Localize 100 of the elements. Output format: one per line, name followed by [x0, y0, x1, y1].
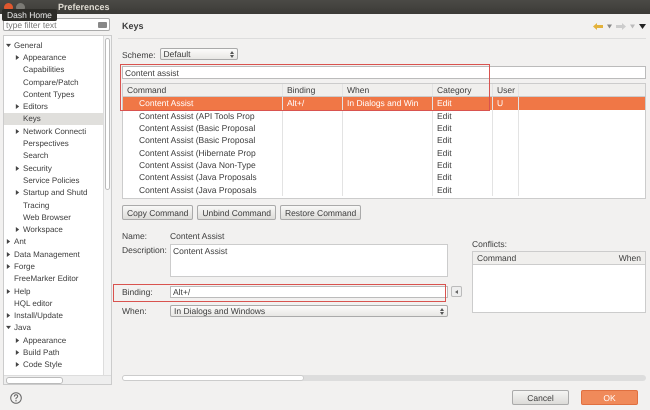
filter-field[interactable]: Content assist	[122, 66, 646, 79]
tree-item[interactable]: Search	[4, 150, 103, 162]
tree-item[interactable]: Tracing	[4, 198, 103, 212]
tree-item[interactable]: Appearance	[4, 334, 103, 346]
table-cell: Content Assist (Basic Proposal	[139, 123, 256, 134]
tree-item[interactable]: Editors	[4, 100, 103, 113]
horizontal-scrollbar[interactable]	[4, 375, 111, 384]
left-arrow-icon	[455, 290, 458, 294]
table-cell: Content Assist (Java Non-Type	[139, 160, 256, 170]
table-cell: Content Assist (API Tools Prop	[139, 110, 255, 121]
collapsed-arrow-icon[interactable]	[15, 227, 20, 232]
table-row[interactable]: Content Assist (Java Proposals Edit	[123, 171, 645, 184]
when-dropdown[interactable]: In Dialogs and Windows	[170, 305, 448, 317]
table-row[interactable]: Content Assist (Basic Proposal Edit	[123, 122, 645, 134]
table-row[interactable]: Content Assist (API Tools Prop Edit	[123, 110, 645, 122]
tree-item[interactable]: Help	[4, 284, 103, 298]
tree-item[interactable]: FreeMarker Editor	[4, 272, 103, 285]
column-header[interactable]: Category	[433, 84, 493, 96]
collapsed-arrow-icon[interactable]	[6, 288, 11, 294]
vertical-scrollbar[interactable]	[103, 36, 111, 375]
spinner-icon	[230, 50, 234, 58]
binding-field[interactable]: Alt+/	[170, 286, 448, 298]
tree-item[interactable]: General	[4, 39, 103, 52]
tree-item[interactable]: Web Browser	[4, 211, 103, 224]
tree-item[interactable]: Appearance	[4, 51, 103, 64]
collapsed-arrow-icon[interactable]	[6, 252, 11, 257]
tree-item[interactable]: Perspectives	[4, 137, 103, 150]
table-cell: Content Assist (Hibernate Prop	[139, 148, 256, 158]
tree-item[interactable]: Keys	[4, 112, 103, 126]
collapsed-arrow-icon[interactable]	[6, 264, 11, 269]
tree-item[interactable]: Install/Update	[4, 310, 103, 322]
collapsed-arrow-icon[interactable]	[15, 54, 20, 60]
collapsed-arrow-icon[interactable]	[15, 166, 20, 171]
page-title: Keys	[122, 21, 144, 31]
horizontal-scrollbar[interactable]	[122, 375, 646, 381]
column-header[interactable]: Command	[123, 84, 283, 96]
table-row[interactable]: Content Assist (Java Proposals Edit	[123, 183, 645, 196]
tree-item[interactable]: Code Style	[4, 358, 103, 372]
column-header[interactable]: When	[618, 253, 641, 264]
column-header[interactable]: When	[343, 84, 433, 96]
column-header[interactable]: User	[493, 84, 519, 96]
tree-item[interactable]: Build Path	[4, 346, 103, 359]
help-icon[interactable]	[10, 392, 22, 404]
menu-icon[interactable]	[639, 22, 646, 30]
spinner-icon	[440, 308, 444, 314]
description-label: Description:	[122, 244, 168, 255]
collapsed-arrow-icon[interactable]	[15, 350, 20, 356]
tree-item[interactable]: Service Policies	[4, 174, 103, 187]
table-cell: Edit	[437, 123, 452, 134]
tree-item[interactable]: HQL editor	[4, 297, 103, 310]
collapsed-arrow-icon[interactable]	[15, 362, 20, 368]
tooltip: Dash Home	[2, 9, 57, 21]
when-label: When:	[122, 305, 148, 316]
name-label: Name:	[122, 230, 148, 241]
tree-item[interactable]: Security	[4, 162, 103, 174]
cancel-button[interactable]: Cancel	[512, 390, 569, 405]
tree-item[interactable]: Network Connecti	[4, 125, 103, 138]
expanded-arrow-icon[interactable]	[6, 42, 11, 48]
table-row[interactable]: Content Assist (Java Non-Type Edit	[123, 158, 645, 172]
table-cell: Content Assist (Basic Proposal	[139, 135, 256, 146]
table-cell: Edit	[437, 160, 452, 170]
table-cell: U	[497, 98, 504, 108]
collapsed-arrow-icon[interactable]	[15, 190, 20, 196]
table-cell: Alt+/	[287, 98, 304, 108]
tree-item[interactable]: Capabilities	[4, 64, 103, 76]
description-field[interactable]: Content Assist	[170, 244, 448, 277]
tree-item[interactable]: Compare/Patch	[4, 76, 103, 88]
window-title: Preferences	[58, 2, 110, 12]
table-cell: Edit	[437, 148, 452, 158]
tree-item[interactable]: Startup and Shutd	[4, 186, 103, 199]
table-cell: Content Assist (Java Proposals	[139, 184, 257, 195]
scheme-dropdown[interactable]: Default	[160, 48, 238, 60]
collapsed-arrow-icon[interactable]	[6, 239, 11, 244]
tree-item[interactable]: Data Management	[4, 248, 103, 260]
table-row[interactable]: Content Assist (Basic Proposal Edit	[123, 134, 645, 146]
command-button[interactable]: Copy Command	[122, 205, 194, 220]
collapsed-arrow-icon[interactable]	[6, 313, 11, 318]
tree-item[interactable]: Ant	[4, 236, 103, 248]
table-row[interactable]: Content Assist (Hibernate Prop Edit	[123, 146, 645, 159]
collapsed-arrow-icon[interactable]	[15, 104, 20, 110]
dropdown-icon[interactable]	[607, 22, 612, 30]
column-header[interactable]: Binding	[283, 84, 343, 96]
tree-item[interactable]: Content Types	[4, 88, 103, 100]
column-header[interactable]: Command	[477, 253, 516, 264]
command-button[interactable]: Restore Command	[280, 205, 362, 220]
table-cell: Edit	[437, 110, 452, 121]
collapsed-arrow-icon[interactable]	[15, 128, 20, 134]
tree-item[interactable]: Forge	[4, 260, 103, 273]
tree-item[interactable]: Java	[4, 322, 103, 334]
table-cell: Edit	[437, 98, 452, 108]
insert-key-button[interactable]	[451, 286, 462, 297]
tree-item[interactable]: Workspace	[4, 223, 103, 236]
expanded-arrow-icon[interactable]	[6, 325, 11, 330]
name-value: Content Assist	[170, 230, 226, 241]
scheme-label: Scheme:	[122, 48, 156, 60]
command-button[interactable]: Unbind Command	[197, 205, 276, 220]
table-cell: Edit	[437, 184, 452, 195]
table-cell: Edit	[437, 135, 452, 146]
binding-label: Binding:	[122, 286, 154, 297]
collapsed-arrow-icon[interactable]	[15, 338, 20, 343]
